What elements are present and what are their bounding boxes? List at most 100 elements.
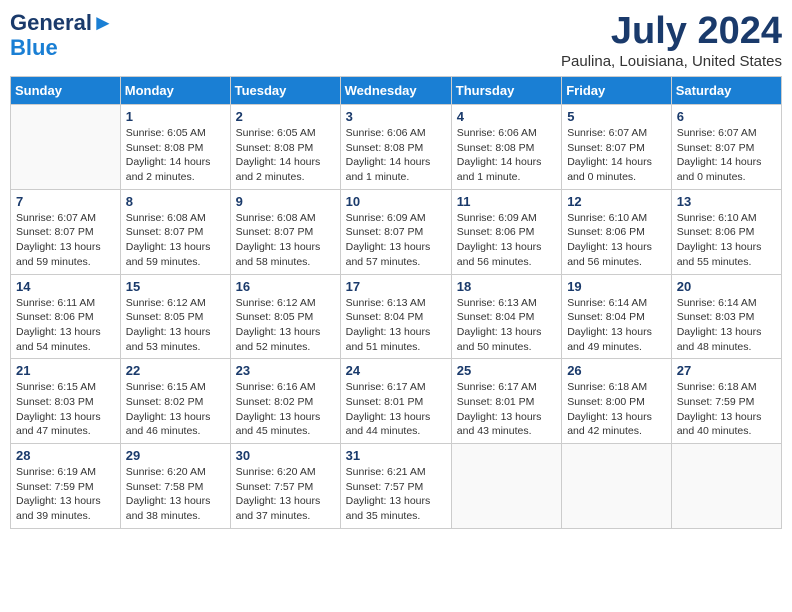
table-row xyxy=(11,105,121,190)
col-wednesday: Wednesday xyxy=(340,77,451,105)
day-info: Sunrise: 6:21 AMSunset: 7:57 PMDaylight:… xyxy=(346,465,446,524)
day-number: 23 xyxy=(236,363,335,378)
title-block: July 2024 Paulina, Louisiana, United Sta… xyxy=(561,10,782,70)
day-info: Sunrise: 6:11 AMSunset: 8:06 PMDaylight:… xyxy=(16,296,115,355)
day-info: Sunrise: 6:16 AMSunset: 8:02 PMDaylight:… xyxy=(236,380,335,439)
table-row xyxy=(671,444,781,529)
table-row: 21Sunrise: 6:15 AMSunset: 8:03 PMDayligh… xyxy=(11,359,121,444)
table-row: 23 Sunrise: 6:16 AMSunset: 8:02 PMDayligh… xyxy=(230,359,340,444)
table-row: 24 Sunrise: 6:17 AMSunset: 8:01 PMDayligh… xyxy=(340,359,451,444)
day-info: Sunrise: 6:13 AMSunset: 8:04 PMDaylight:… xyxy=(457,296,556,355)
table-row: 28 Sunrise: 6:19 AMSunset: 7:59 PMDayligh… xyxy=(11,444,121,529)
day-number: 5 xyxy=(567,109,666,124)
calendar-header-row: Sunday Monday Tuesday Wednesday Thursday… xyxy=(11,77,782,105)
table-row: 3Sunrise: 6:06 AMSunset: 8:08 PMDaylight… xyxy=(340,105,451,190)
table-row: 30 Sunrise: 6:20 AMSunset: 7:57 PMDayligh… xyxy=(230,444,340,529)
day-info: Sunrise: 6:20 AMSunset: 7:57 PMDaylight:… xyxy=(236,465,335,524)
day-number: 10 xyxy=(346,194,446,209)
table-row: 29 Sunrise: 6:20 AMSunset: 7:58 PMDayligh… xyxy=(120,444,230,529)
day-info: Sunrise: 6:06 AMSunset: 8:08 PMDaylight:… xyxy=(457,126,556,185)
table-row: 22 Sunrise: 6:15 AMSunset: 8:02 PMDayligh… xyxy=(120,359,230,444)
day-number: 24 xyxy=(346,363,446,378)
table-row: 14 Sunrise: 6:11 AMSunset: 8:06 PMDayligh… xyxy=(11,274,121,359)
day-number: 2 xyxy=(236,109,335,124)
day-info: Sunrise: 6:06 AMSunset: 8:08 PMDaylight:… xyxy=(346,126,446,185)
calendar-week-row: 7 Sunrise: 6:07 AMSunset: 8:07 PMDaylight… xyxy=(11,189,782,274)
table-row xyxy=(562,444,672,529)
day-info: Sunrise: 6:15 AMSunset: 8:02 PMDaylight:… xyxy=(126,380,225,439)
day-info: Sunrise: 6:12 AMSunset: 8:05 PMDaylight:… xyxy=(126,296,225,355)
table-row: 19Sunrise: 6:14 AMSunset: 8:04 PMDayligh… xyxy=(562,274,672,359)
col-sunday: Sunday xyxy=(11,77,121,105)
day-number: 31 xyxy=(346,448,446,463)
day-info: Sunrise: 6:09 AMSunset: 8:07 PMDaylight:… xyxy=(346,211,446,270)
logo: General ► Blue xyxy=(10,10,114,60)
table-row: 18Sunrise: 6:13 AMSunset: 8:04 PMDayligh… xyxy=(451,274,561,359)
table-row: 15 Sunrise: 6:12 AMSunset: 8:05 PMDayligh… xyxy=(120,274,230,359)
day-info: Sunrise: 6:19 AMSunset: 7:59 PMDaylight:… xyxy=(16,465,115,524)
table-row: 26Sunrise: 6:18 AMSunset: 8:00 PMDayligh… xyxy=(562,359,672,444)
logo-text-general: General xyxy=(10,11,92,35)
table-row: 5 Sunrise: 6:07 AMSunset: 8:07 PMDaylight… xyxy=(562,105,672,190)
logo-text-blue: Blue xyxy=(10,36,58,60)
table-row: 7 Sunrise: 6:07 AMSunset: 8:07 PMDaylight… xyxy=(11,189,121,274)
day-number: 29 xyxy=(126,448,225,463)
day-number: 13 xyxy=(677,194,776,209)
col-monday: Monday xyxy=(120,77,230,105)
day-info: Sunrise: 6:07 AMSunset: 8:07 PMDaylight:… xyxy=(567,126,666,185)
day-number: 21 xyxy=(16,363,115,378)
day-number: 9 xyxy=(236,194,335,209)
table-row xyxy=(451,444,561,529)
calendar-week-row: 28 Sunrise: 6:19 AMSunset: 7:59 PMDayligh… xyxy=(11,444,782,529)
day-number: 17 xyxy=(346,279,446,294)
col-tuesday: Tuesday xyxy=(230,77,340,105)
table-row: 13Sunrise: 6:10 AMSunset: 8:06 PMDayligh… xyxy=(671,189,781,274)
main-title: July 2024 xyxy=(561,10,782,53)
day-info: Sunrise: 6:10 AMSunset: 8:06 PMDaylight:… xyxy=(567,211,666,270)
day-info: Sunrise: 6:07 AMSunset: 8:07 PMDaylight:… xyxy=(677,126,776,185)
day-info: Sunrise: 6:07 AMSunset: 8:07 PMDaylight:… xyxy=(16,211,115,270)
table-row: 9 Sunrise: 6:08 AMSunset: 8:07 PMDaylight… xyxy=(230,189,340,274)
day-number: 28 xyxy=(16,448,115,463)
table-row: 8 Sunrise: 6:08 AMSunset: 8:07 PMDaylight… xyxy=(120,189,230,274)
table-row: 2 Sunrise: 6:05 AMSunset: 8:08 PMDaylight… xyxy=(230,105,340,190)
day-info: Sunrise: 6:20 AMSunset: 7:58 PMDaylight:… xyxy=(126,465,225,524)
day-number: 6 xyxy=(677,109,776,124)
table-row: 6 Sunrise: 6:07 AMSunset: 8:07 PMDaylight… xyxy=(671,105,781,190)
col-thursday: Thursday xyxy=(451,77,561,105)
day-info: Sunrise: 6:17 AMSunset: 8:01 PMDaylight:… xyxy=(457,380,556,439)
day-info: Sunrise: 6:08 AMSunset: 8:07 PMDaylight:… xyxy=(126,211,225,270)
col-friday: Friday xyxy=(562,77,672,105)
day-info: Sunrise: 6:12 AMSunset: 8:05 PMDaylight:… xyxy=(236,296,335,355)
day-number: 19 xyxy=(567,279,666,294)
table-row: 1 Sunrise: 6:05 AMSunset: 8:08 PMDaylight… xyxy=(120,105,230,190)
calendar-week-row: 14 Sunrise: 6:11 AMSunset: 8:06 PMDayligh… xyxy=(11,274,782,359)
table-row: 16 Sunrise: 6:12 AMSunset: 8:05 PMDayligh… xyxy=(230,274,340,359)
day-number: 4 xyxy=(457,109,556,124)
table-row: 27Sunrise: 6:18 AMSunset: 7:59 PMDayligh… xyxy=(671,359,781,444)
day-number: 30 xyxy=(236,448,335,463)
table-row: 31 Sunrise: 6:21 AMSunset: 7:57 PMDayligh… xyxy=(340,444,451,529)
day-number: 7 xyxy=(16,194,115,209)
day-info: Sunrise: 6:17 AMSunset: 8:01 PMDaylight:… xyxy=(346,380,446,439)
table-row: 11Sunrise: 6:09 AMSunset: 8:06 PMDayligh… xyxy=(451,189,561,274)
day-info: Sunrise: 6:08 AMSunset: 8:07 PMDaylight:… xyxy=(236,211,335,270)
day-number: 15 xyxy=(126,279,225,294)
table-row: 25Sunrise: 6:17 AMSunset: 8:01 PMDayligh… xyxy=(451,359,561,444)
day-number: 14 xyxy=(16,279,115,294)
day-number: 26 xyxy=(567,363,666,378)
day-number: 8 xyxy=(126,194,225,209)
day-number: 22 xyxy=(126,363,225,378)
day-number: 12 xyxy=(567,194,666,209)
col-saturday: Saturday xyxy=(671,77,781,105)
day-number: 1 xyxy=(126,109,225,124)
table-row: 4 Sunrise: 6:06 AMSunset: 8:08 PMDaylight… xyxy=(451,105,561,190)
day-number: 11 xyxy=(457,194,556,209)
table-row: 20Sunrise: 6:14 AMSunset: 8:03 PMDayligh… xyxy=(671,274,781,359)
day-number: 16 xyxy=(236,279,335,294)
day-info: Sunrise: 6:05 AMSunset: 8:08 PMDaylight:… xyxy=(126,126,225,185)
day-info: Sunrise: 6:05 AMSunset: 8:08 PMDaylight:… xyxy=(236,126,335,185)
day-number: 27 xyxy=(677,363,776,378)
day-info: Sunrise: 6:13 AMSunset: 8:04 PMDaylight:… xyxy=(346,296,446,355)
table-row: 17 Sunrise: 6:13 AMSunset: 8:04 PMDayligh… xyxy=(340,274,451,359)
